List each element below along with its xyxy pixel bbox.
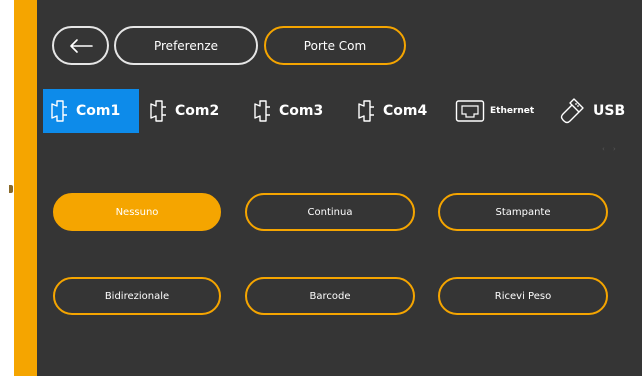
serial-connector-icon xyxy=(252,98,274,124)
scroll-indicator[interactable]: ‹ › xyxy=(602,145,619,153)
arrow-left-icon xyxy=(69,38,93,53)
tab-label: Ethernet xyxy=(490,106,535,116)
tab-ethernet[interactable]: Ethernet xyxy=(455,89,534,133)
tab-label: USB xyxy=(593,103,626,119)
tab-com4[interactable]: Com4 xyxy=(356,89,427,133)
tab-label: Com4 xyxy=(383,103,428,119)
accent-sidebar xyxy=(14,0,37,376)
ports-button[interactable]: Porte Com xyxy=(264,26,406,65)
serial-connector-icon xyxy=(356,98,378,124)
tab-com3[interactable]: Com3 xyxy=(252,89,323,133)
back-button[interactable] xyxy=(52,26,109,65)
serial-connector-icon xyxy=(49,98,71,124)
mode-bidirezionale-button[interactable]: Bidirezionale xyxy=(53,277,221,315)
mode-stampante-button[interactable]: Stampante xyxy=(438,193,608,231)
sidebar-handle[interactable] xyxy=(9,185,13,193)
tab-com2[interactable]: Com2 xyxy=(148,89,219,133)
tab-label: Com1 xyxy=(76,103,121,119)
ethernet-port-icon xyxy=(455,99,485,123)
tab-label: Com3 xyxy=(279,103,324,119)
tab-com1[interactable]: Com1 xyxy=(43,89,139,133)
serial-connector-icon xyxy=(148,98,170,124)
tab-label: Com2 xyxy=(175,103,220,119)
preferences-button[interactable]: Preferenze xyxy=(114,26,258,65)
mode-continua-button[interactable]: Continua xyxy=(245,193,415,231)
mode-barcode-button[interactable]: Barcode xyxy=(245,277,415,315)
mode-ricevi-peso-button[interactable]: Ricevi Peso xyxy=(438,277,608,315)
mode-nessuno-button[interactable]: Nessuno xyxy=(53,193,221,231)
tab-usb[interactable]: USB xyxy=(556,89,625,133)
usb-stick-icon xyxy=(556,96,588,126)
